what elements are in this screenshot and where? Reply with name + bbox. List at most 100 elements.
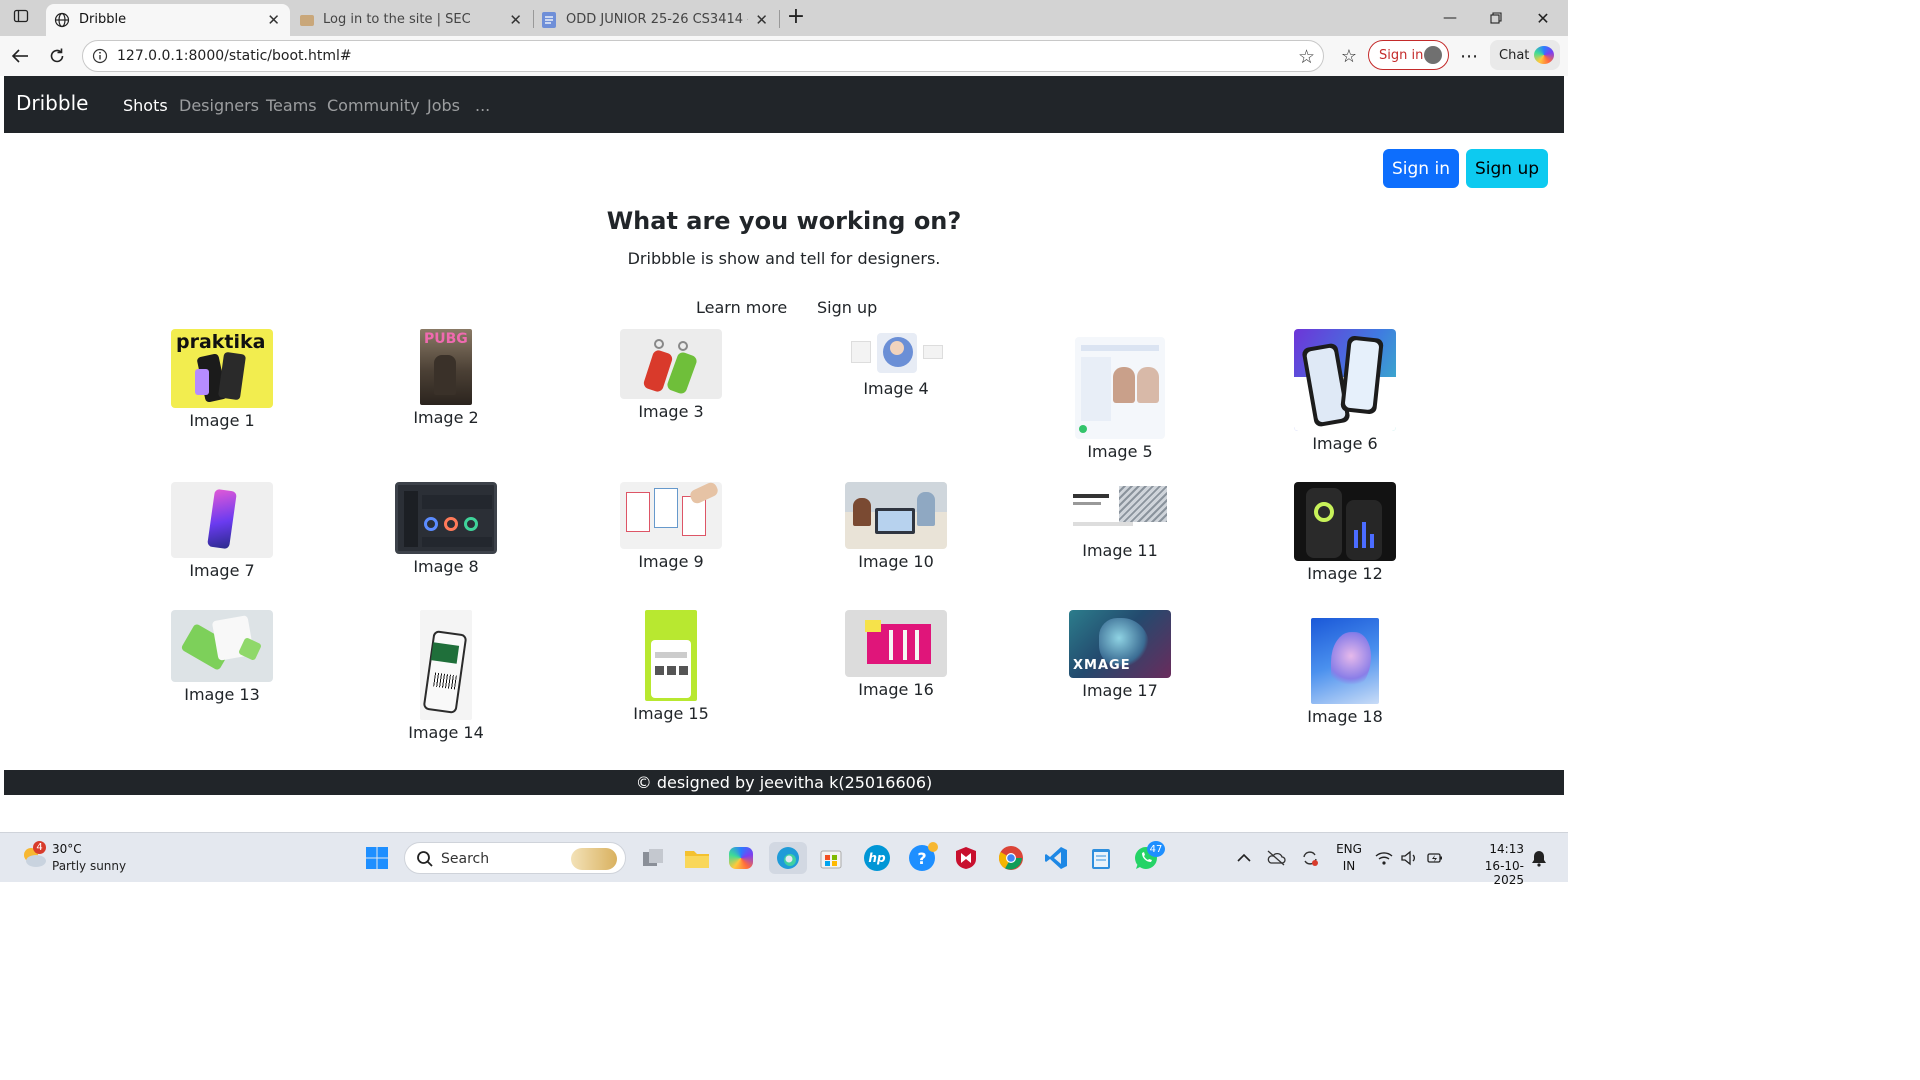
- restore-button[interactable]: [1483, 6, 1509, 30]
- thumbnail-parcel-app[interactable]: [420, 610, 472, 720]
- volume-icon[interactable]: [1396, 842, 1422, 874]
- task-view-icon[interactable]: [637, 842, 669, 874]
- microsoft-store-icon[interactable]: [815, 842, 847, 874]
- gallery-card[interactable]: Image 15: [620, 610, 722, 723]
- close-tab-icon[interactable]: ✕: [267, 11, 280, 29]
- nav-more[interactable]: ...: [475, 96, 490, 115]
- gallery-card[interactable]: Image 9: [620, 482, 722, 571]
- thumbnail-chat-app[interactable]: [1075, 337, 1165, 439]
- nav-teams[interactable]: Teams: [266, 96, 317, 115]
- gallery-card[interactable]: Image 14: [395, 610, 497, 742]
- avatar: [1424, 46, 1442, 64]
- language-indicator-line2[interactable]: IN: [1334, 859, 1364, 873]
- gallery-card[interactable]: Image 12: [1294, 482, 1396, 583]
- battery-icon[interactable]: [1422, 842, 1448, 874]
- thumbnail-profile-ui[interactable]: [845, 329, 947, 376]
- gallery-card[interactable]: Image 4: [845, 329, 947, 398]
- notification-bell-icon[interactable]: [1527, 842, 1551, 874]
- close-tab-icon[interactable]: ✕: [755, 11, 768, 29]
- favorite-star-icon[interactable]: ☆: [1298, 46, 1315, 68]
- tab-odd-junior[interactable]: ODD JUNIOR 25-26 CS3414 - FW ✕: [534, 4, 778, 36]
- gallery-card[interactable]: Image 16: [845, 610, 947, 699]
- clock-time[interactable]: 14:13: [1474, 842, 1524, 856]
- clock-date[interactable]: 16-10-2025: [1456, 859, 1524, 887]
- thumbnail-team-laptop[interactable]: [845, 482, 947, 549]
- sync-icon[interactable]: [1294, 842, 1326, 874]
- back-button[interactable]: [7, 44, 33, 68]
- profile-signin-button[interactable]: Sign in: [1368, 40, 1449, 70]
- wifi-icon[interactable]: [1371, 842, 1397, 874]
- taskbar-search[interactable]: Search: [404, 842, 626, 874]
- gallery-card[interactable]: Image 18: [1294, 610, 1396, 726]
- minimize-button[interactable]: —: [1437, 6, 1463, 30]
- reload-button[interactable]: [44, 44, 70, 68]
- thumbnail-phones-gradient[interactable]: [1294, 329, 1396, 431]
- help-icon[interactable]: ?: [906, 842, 938, 874]
- favorites-icon[interactable]: ☆: [1336, 44, 1362, 68]
- copilot-app-icon[interactable]: [725, 842, 757, 874]
- onedrive-off-icon[interactable]: [1260, 842, 1292, 874]
- start-icon[interactable]: [361, 842, 393, 874]
- tab-dribble[interactable]: Dribble ✕: [46, 4, 290, 36]
- site-info-icon[interactable]: [92, 48, 108, 68]
- search-icon: [416, 850, 434, 872]
- gallery-card[interactable]: XMAGE Image 17: [1069, 610, 1171, 700]
- hp-icon[interactable]: hp: [861, 842, 893, 874]
- browser-tab-bar: Dribble ✕ Log in to the site | SEC ✕ ODD…: [0, 0, 1568, 36]
- more-options-icon[interactable]: ⋯: [1456, 44, 1482, 68]
- thumbnail-wireframes[interactable]: [620, 482, 722, 549]
- thumbnail-xmage[interactable]: XMAGE: [1069, 610, 1171, 678]
- tab-sec-login[interactable]: Log in to the site | SEC ✕: [292, 4, 532, 36]
- gallery-card[interactable]: Image 5: [1069, 329, 1171, 461]
- chrome-icon[interactable]: [995, 842, 1027, 874]
- thumbnail-fitness-app[interactable]: [1294, 482, 1396, 561]
- file-explorer-icon[interactable]: [681, 842, 713, 874]
- thumbnail-blue-abstract[interactable]: [1311, 618, 1379, 704]
- gallery-card[interactable]: Image 8: [395, 482, 497, 576]
- sign-in-button[interactable]: Sign in: [1383, 149, 1459, 188]
- copilot-icon: [1534, 46, 1554, 64]
- weather-temperature[interactable]: 30°C: [52, 842, 82, 856]
- copilot-chat-button[interactable]: Chat: [1490, 40, 1560, 70]
- nav-shots[interactable]: Shots: [123, 96, 168, 115]
- gallery-card[interactable]: Image 3: [620, 329, 722, 421]
- hero-sign-up-link[interactable]: Sign up: [817, 298, 877, 317]
- nav-jobs[interactable]: Jobs: [427, 96, 460, 115]
- gallery-card[interactable]: Image 13: [171, 610, 273, 704]
- thumbnail-real-estate[interactable]: [1069, 482, 1171, 538]
- close-window-button[interactable]: ✕: [1530, 6, 1556, 30]
- nav-designers[interactable]: Designers: [179, 96, 259, 115]
- gallery-card[interactable]: praktika Image 1: [171, 329, 273, 430]
- learn-more-link[interactable]: Learn more: [696, 298, 787, 317]
- thumbnail-pubg[interactable]: PUBG: [420, 329, 472, 405]
- gallery-card[interactable]: Image 7: [171, 482, 273, 580]
- thumbnail-magenta-poster[interactable]: [845, 610, 947, 677]
- image-caption: Image 2: [413, 408, 479, 427]
- globe-icon: [54, 12, 70, 32]
- thumbnail-iphone[interactable]: [171, 482, 273, 558]
- thumbnail-praktika[interactable]: praktika: [171, 329, 273, 408]
- tab-actions-icon[interactable]: [8, 4, 34, 28]
- gallery-card[interactable]: Image 10: [845, 482, 947, 571]
- thumbnail-dashboard[interactable]: [395, 482, 497, 554]
- language-indicator-line1[interactable]: ENG: [1334, 842, 1364, 856]
- vscode-icon[interactable]: [1040, 842, 1072, 874]
- thumbnail-keychains[interactable]: [620, 329, 722, 399]
- chevron-up-icon[interactable]: [1228, 842, 1260, 874]
- thumbnail-data-bundle[interactable]: [645, 610, 697, 701]
- nav-community[interactable]: Community: [327, 96, 420, 115]
- gallery-card[interactable]: Image 11: [1069, 482, 1171, 560]
- notepad-icon[interactable]: [1085, 842, 1117, 874]
- edge-icon[interactable]: [769, 842, 807, 874]
- thumbnail-green-cards[interactable]: [171, 610, 273, 682]
- weather-description[interactable]: Partly sunny: [52, 859, 126, 873]
- url-field[interactable]: 127.0.0.1:8000/static/boot.html# ☆: [82, 40, 1324, 72]
- close-tab-icon[interactable]: ✕: [509, 11, 522, 29]
- tab-title: Dribble: [79, 12, 127, 27]
- new-tab-button[interactable]: +: [783, 4, 809, 29]
- sign-up-button[interactable]: Sign up: [1466, 149, 1548, 188]
- brand-logo[interactable]: Dribble: [16, 91, 88, 115]
- mcafee-icon[interactable]: [950, 842, 982, 874]
- gallery-card[interactable]: PUBG Image 2: [395, 329, 497, 427]
- gallery-card[interactable]: Image 6: [1294, 329, 1396, 453]
